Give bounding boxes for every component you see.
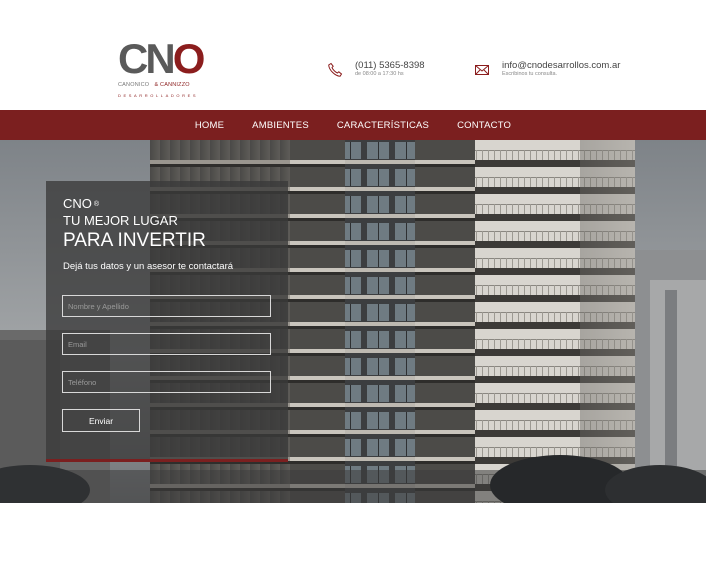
form-headline-1: TU MEJOR LUGAR [63, 213, 178, 228]
email-contact[interactable]: info@cnodesarrollos.com.ar Escribinos tu… [474, 61, 620, 78]
site-header: CNO CANONICO & CANNIZZO DESARROLLADORES … [0, 0, 706, 110]
form-description: Dejá tus datos y un asesor te contactará [63, 261, 234, 272]
name-input[interactable] [62, 295, 271, 317]
submit-button[interactable]: Enviar [62, 409, 140, 432]
phone-input[interactable] [62, 371, 271, 393]
main-nav: HOME AMBIENTES CARACTERÍSTICAS CONTACTO [0, 110, 706, 140]
nav-item-contacto[interactable]: CONTACTO [457, 120, 511, 131]
email-input[interactable] [62, 333, 271, 355]
form-brand: CNO ® [63, 196, 100, 211]
mail-icon [475, 65, 489, 75]
email-address: info@cnodesarrollos.com.ar [502, 60, 621, 71]
nav-item-home[interactable]: HOME [195, 120, 224, 131]
phone-hours: de 08:00 a 17:30 hs [355, 71, 404, 77]
phone-icon [328, 62, 343, 77]
logo-tagline: DESARROLLADORES [118, 93, 199, 98]
form-headline-2: PARA INVERTIR [63, 230, 206, 251]
phone-contact[interactable]: (011) 5365-8398 de 08:00 a 17:30 hs [327, 61, 425, 78]
nav-item-caracteristicas[interactable]: CARACTERÍSTICAS [337, 120, 429, 131]
cno-logo[interactable]: CNO CANONICO & CANNIZZO DESARROLLADORES [116, 38, 216, 102]
email-note: Escribinos tu consulta. [502, 71, 558, 77]
lead-form-panel: CNO ® TU MEJOR LUGAR PARA INVERTIR Dejá t… [46, 181, 288, 462]
phone-number: (011) 5365-8398 [355, 60, 425, 71]
nav-item-ambientes[interactable]: AMBIENTES [252, 120, 309, 131]
logo-company-names: CANONICO & CANNIZZO [118, 82, 190, 88]
logo-mark: CNO [118, 35, 205, 82]
